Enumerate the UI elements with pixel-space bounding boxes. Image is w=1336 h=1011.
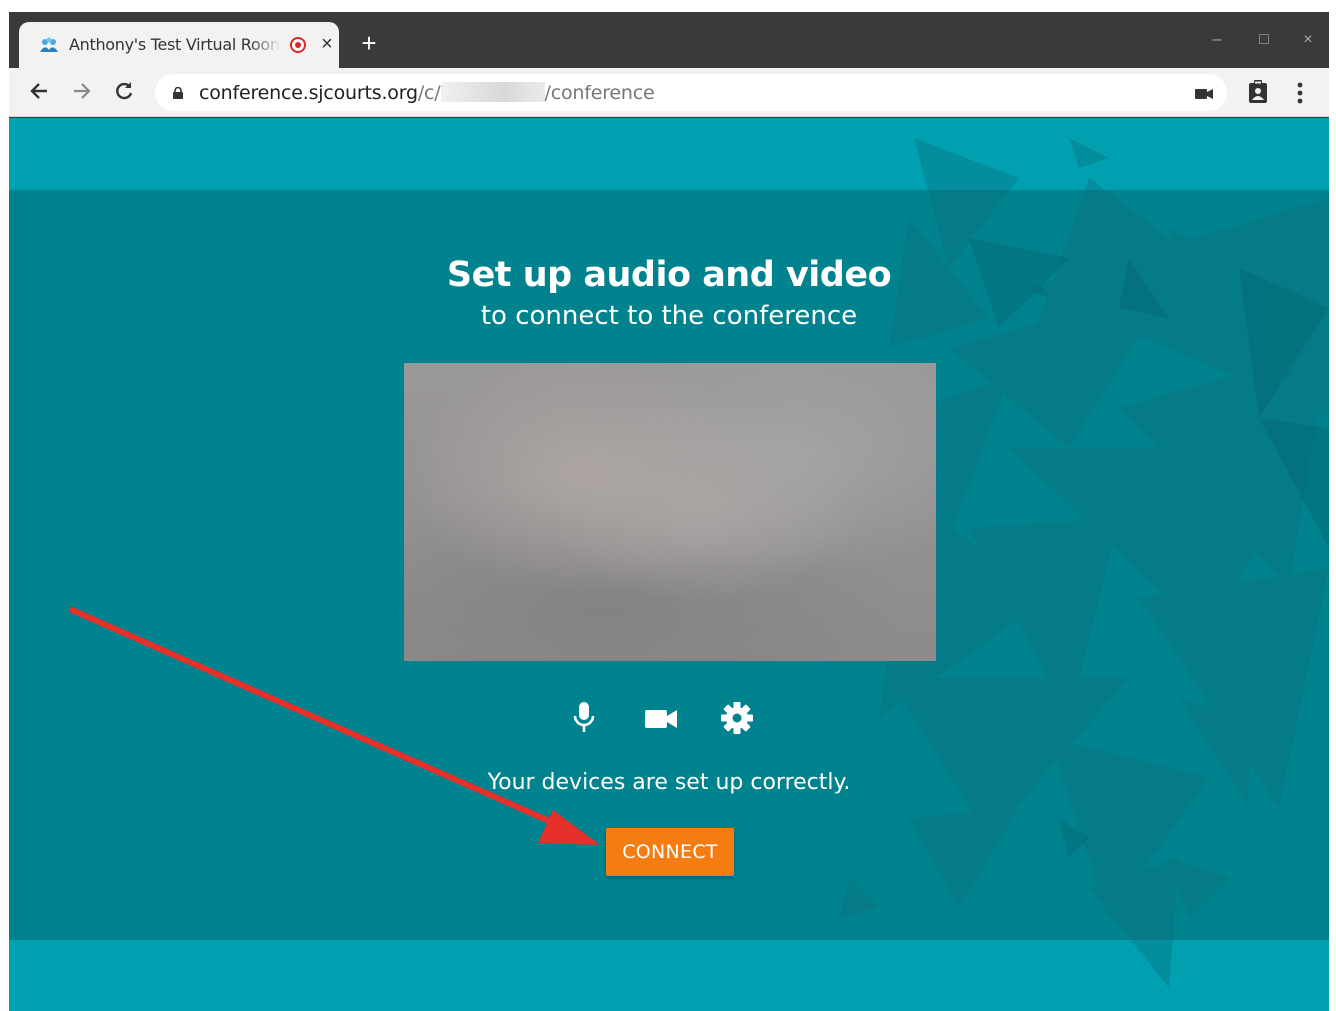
camera-icon[interactable]	[644, 700, 678, 736]
recording-indicator-icon	[290, 37, 306, 53]
url-redacted-segment	[440, 82, 545, 102]
url-text: conference.sjcourts.org/c/ /conference	[199, 82, 655, 104]
camera-preview	[404, 363, 936, 661]
browser-menu-icon[interactable]	[1293, 80, 1307, 106]
browser-toolbar: conference.sjcourts.org/c/ /conference	[9, 68, 1329, 117]
connect-button[interactable]: CONNECT	[606, 828, 734, 876]
settings-gear-icon[interactable]	[719, 700, 755, 736]
tab-title: Anthony's Test Virtual Room	[69, 35, 281, 54]
conference-page: Set up audio and video to connect to the…	[9, 118, 1329, 1011]
url-suffix: /conference	[544, 82, 655, 104]
conference-favicon-icon	[40, 37, 58, 52]
address-bar[interactable]: conference.sjcourts.org/c/ /conference	[155, 74, 1227, 111]
url-host: conference.sjcourts.org	[199, 82, 418, 104]
browser-window: Anthony's Test Virtual Room × + – □ × co…	[9, 12, 1329, 1011]
microphone-icon[interactable]	[569, 700, 599, 736]
window-close-button[interactable]: ×	[1296, 28, 1320, 52]
minimize-button[interactable]: –	[1205, 28, 1229, 52]
lock-icon	[173, 87, 183, 99]
tab-strip: Anthony's Test Virtual Room × + – □ ×	[9, 12, 1329, 68]
extension-clipboard-icon[interactable]	[1247, 80, 1269, 104]
browser-tab[interactable]: Anthony's Test Virtual Room ×	[19, 22, 339, 68]
reload-icon[interactable]	[109, 76, 139, 106]
back-arrow-icon[interactable]	[24, 76, 54, 106]
device-status-text: Your devices are set up correctly.	[487, 770, 851, 795]
forward-arrow-icon[interactable]	[67, 76, 97, 106]
new-tab-button[interactable]: +	[357, 28, 381, 58]
url-prefix: /c/	[417, 82, 441, 104]
tab-close-icon[interactable]: ×	[317, 32, 337, 56]
page-title: Set up audio and video	[446, 255, 892, 295]
maximize-button[interactable]: □	[1252, 28, 1276, 52]
page-subtitle: to connect to the conference	[480, 301, 858, 331]
camera-in-use-icon[interactable]	[1195, 88, 1213, 100]
